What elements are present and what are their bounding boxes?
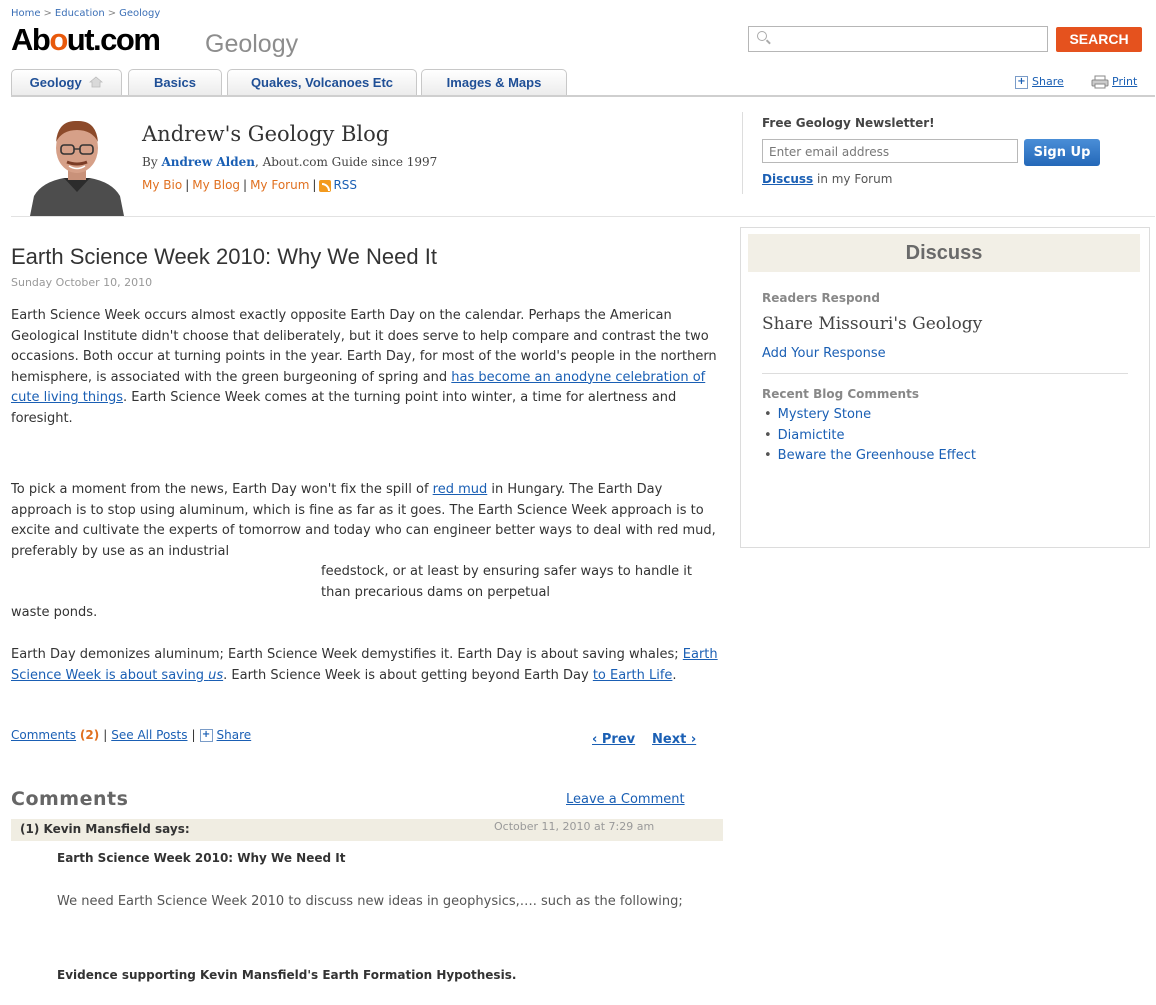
- my-blog-link[interactable]: My Blog: [192, 178, 240, 192]
- blog-links: My Bio | My Blog | My Forum | RSS: [142, 178, 357, 192]
- email-field[interactable]: Enter email address: [762, 139, 1018, 163]
- next-post-link[interactable]: Next ›: [652, 732, 696, 747]
- discuss-heading: Discuss: [748, 234, 1140, 272]
- comment-date: October 11, 2010 at 7:29 am: [494, 820, 655, 833]
- plus-icon: +: [1015, 75, 1028, 89]
- newsletter-title: Free Geology Newsletter!: [762, 116, 935, 130]
- plus-icon: +: [199, 729, 213, 742]
- byline-by: By: [142, 155, 158, 169]
- link-separator: |: [191, 728, 196, 742]
- see-all-posts-link[interactable]: See All Posts: [111, 728, 187, 742]
- paragraph-text-block: To pick a moment from the news, Earth Da…: [11, 480, 723, 562]
- recent-comment-link[interactable]: Diamictite: [778, 428, 845, 443]
- paragraph-text: Earth Day demonizes aluminum; Earth Scie…: [11, 647, 683, 662]
- logo-o: o: [49, 22, 68, 57]
- comment-body: We need Earth Science Week 2010 to discu…: [57, 894, 683, 909]
- recent-comments-list: Mystery Stone Diamictite Beware the Gree…: [764, 405, 976, 467]
- signup-button[interactable]: Sign Up: [1024, 139, 1100, 166]
- paragraph-text: .: [672, 667, 677, 683]
- guide-since: , About.com Guide since 1997: [254, 155, 438, 169]
- tab-geology[interactable]: Geology: [11, 69, 122, 95]
- post-paragraph-1: Earth Science Week occurs almost exactly…: [11, 306, 723, 429]
- post-paragraph-2: To pick a moment from the news, Earth Da…: [11, 480, 723, 624]
- author-photo: [28, 116, 126, 216]
- post-paragraph-3: Earth Day demonizes aluminum; Earth Scie…: [11, 645, 723, 686]
- list-item: Beware the Greenhouse Effect: [764, 446, 976, 467]
- link-separator: |: [185, 178, 190, 192]
- share-label: Share: [1032, 75, 1064, 88]
- tab-basics[interactable]: Basics: [128, 69, 222, 95]
- sidebar-divider: [762, 373, 1128, 374]
- about-logo[interactable]: About.com: [11, 22, 161, 58]
- link-separator: |: [243, 178, 248, 192]
- prev-post-link[interactable]: ‹ Prev: [592, 732, 635, 747]
- rss-icon[interactable]: [319, 179, 332, 192]
- recent-comment-link[interactable]: Mystery Stone: [778, 407, 872, 422]
- comment-count: (2): [79, 728, 100, 742]
- blog-title[interactable]: Andrew's Geology Blog: [142, 122, 389, 146]
- comments-heading: Comments: [11, 788, 129, 810]
- breadcrumb: Home > Education > Geology: [11, 8, 160, 19]
- tab-quakes-volcanoes[interactable]: Quakes, Volcanoes Etc: [227, 69, 417, 95]
- list-item: Mystery Stone: [764, 405, 976, 426]
- recent-comments-label: Recent Blog Comments: [762, 387, 919, 401]
- logo-text-start: Ab: [11, 22, 51, 57]
- my-bio-link[interactable]: My Bio: [142, 178, 182, 192]
- comment-evidence-heading: Evidence supporting Kevin Mansfield's Ea…: [57, 968, 517, 982]
- paragraph-text: waste ponds.: [11, 605, 98, 620]
- breadcrumb-education[interactable]: Education: [55, 8, 105, 19]
- earth-life-link[interactable]: to Earth Life: [593, 668, 673, 683]
- rss-link[interactable]: RSS: [333, 178, 357, 192]
- comment-author: (1) Kevin Mansfield says:: [20, 822, 190, 836]
- print-label: Print: [1112, 75, 1138, 88]
- comment-title: Earth Science Week 2010: Why We Need It: [57, 851, 346, 865]
- home-icon: [89, 76, 104, 88]
- search-icon: [757, 31, 767, 41]
- breadcrumb-separator: >: [43, 8, 52, 19]
- leave-comment-link[interactable]: Leave a Comment: [566, 792, 685, 807]
- printer-icon: [1091, 75, 1109, 89]
- logo-text-end: ut.com: [66, 22, 161, 57]
- search-button[interactable]: SEARCH: [1056, 27, 1142, 52]
- print-link[interactable]: Print: [1091, 75, 1137, 89]
- discuss-link[interactable]: Discuss: [762, 172, 813, 186]
- forum-text: in my Forum: [813, 172, 893, 186]
- recent-comment-link[interactable]: Beware the Greenhouse Effect: [778, 448, 976, 463]
- breadcrumb-separator: >: [107, 8, 117, 19]
- readers-respond-title[interactable]: Share Missouri's Geology: [762, 314, 982, 334]
- comments-link[interactable]: Comments: [11, 728, 76, 742]
- link-emphasis: us: [208, 667, 224, 683]
- newsletter-divider: [742, 112, 743, 194]
- post-date: Sunday October 10, 2010: [11, 276, 153, 289]
- paragraph-text: To pick a moment from the news, Earth Da…: [11, 482, 433, 497]
- post-title: Earth Science Week 2010: Why We Need It: [11, 244, 437, 269]
- tab-bar-line: [11, 95, 1155, 97]
- share-link[interactable]: Share: [217, 728, 252, 742]
- link-separator: |: [312, 178, 317, 192]
- post-footer: Comments (2) | See All Posts | + Share: [11, 728, 251, 742]
- readers-respond-label: Readers Respond: [762, 291, 880, 305]
- paragraph-text-indented: feedstock, or at least by ensuring safer…: [321, 564, 693, 600]
- forum-discuss: Discuss in my Forum: [762, 172, 892, 186]
- author-byline: By Andrew Alden, About.com Guide since 1…: [142, 155, 437, 169]
- list-item: Diamictite: [764, 426, 976, 447]
- tab-images-maps[interactable]: Images & Maps: [421, 69, 567, 95]
- breadcrumb-home[interactable]: Home: [11, 8, 41, 19]
- breadcrumb-geology[interactable]: Geology: [119, 8, 160, 19]
- add-response-link[interactable]: Add Your Response: [762, 346, 886, 361]
- header-divider: [11, 216, 1155, 217]
- channel-name[interactable]: Geology: [205, 30, 298, 59]
- share-link-top[interactable]: + Share: [1015, 75, 1064, 89]
- red-mud-link[interactable]: red mud: [433, 482, 488, 497]
- paragraph-text: . Earth Science Week is about getting be…: [223, 667, 593, 683]
- author-link[interactable]: Andrew Alden: [161, 155, 255, 169]
- link-separator: |: [103, 728, 108, 742]
- my-forum-link[interactable]: My Forum: [250, 178, 309, 192]
- tab-geology-label: Geology: [29, 75, 82, 90]
- search-input[interactable]: [748, 26, 1048, 52]
